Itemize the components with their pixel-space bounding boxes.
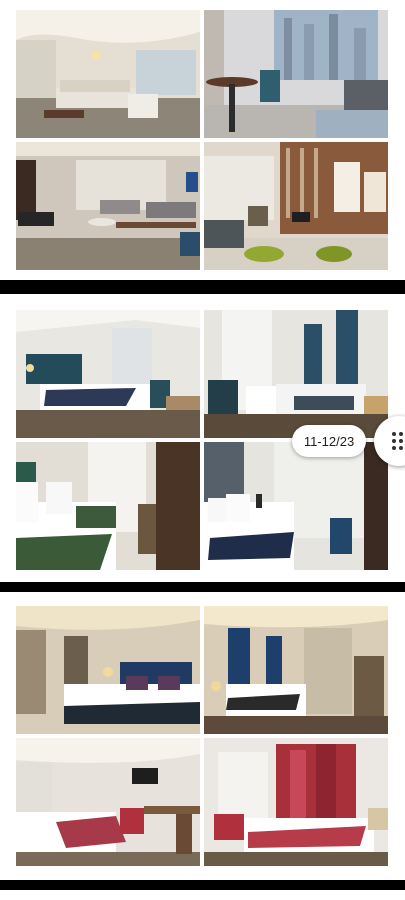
gallery-card-next — [0, 890, 405, 900]
photo-bedroom-4[interactable] — [204, 442, 388, 570]
photo-suite-3[interactable] — [16, 738, 200, 866]
date-scroll-chip[interactable]: 11-12/23 — [292, 425, 366, 457]
photo-living-room-2[interactable] — [204, 10, 388, 138]
photo-suite-4[interactable] — [204, 738, 388, 866]
gallery-card-living — [0, 0, 405, 280]
photo-suite-1[interactable] — [16, 606, 200, 734]
gallery-card-suite — [0, 592, 405, 880]
photo-bedroom-2[interactable] — [204, 310, 388, 438]
date-range-label: 11-12/23 — [303, 433, 355, 449]
photo-living-room-3[interactable] — [16, 142, 200, 270]
photo-living-room-1[interactable] — [16, 10, 200, 138]
photo-living-room-4[interactable] — [204, 142, 388, 270]
drag-handle-icon — [392, 432, 404, 450]
photo-grid — [16, 10, 388, 270]
photo-grid — [16, 606, 388, 866]
photo-bedroom-3[interactable] — [16, 442, 200, 570]
photo-suite-2[interactable] — [204, 606, 388, 734]
photo-bedroom-1[interactable] — [16, 310, 200, 438]
